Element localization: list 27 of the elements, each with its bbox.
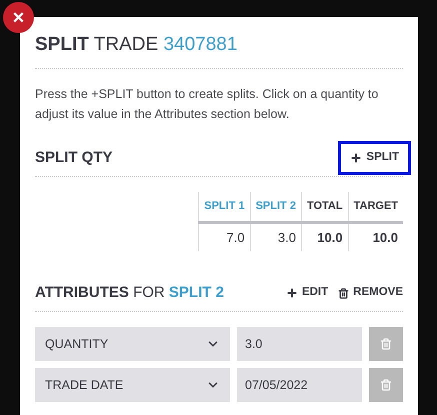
quantity-cell: 10.0 xyxy=(301,222,348,251)
column-header: TARGET xyxy=(348,192,403,222)
edit-button[interactable]: EDIT xyxy=(286,284,328,302)
modal-title: SPLIT TRADE 3407881 xyxy=(35,33,238,57)
quantity-cell[interactable]: 7.0 xyxy=(198,222,250,251)
value-field[interactable]: 07/05/2022 xyxy=(237,368,362,402)
quantity-cell: 10.0 xyxy=(348,222,403,251)
remove-button[interactable]: REMOVE xyxy=(338,284,403,302)
instructions-text: Press the +SPLIT button to create splits. Click on a quantity to adjust its value in the Attributes section below. xyxy=(35,86,380,123)
delete-button[interactable] xyxy=(369,368,403,402)
trash-icon xyxy=(380,338,392,350)
column-header: TOTAL xyxy=(301,192,348,222)
delete-button[interactable] xyxy=(369,327,403,361)
section-heading: ATTRIBUTES FOR SPLIT 2 xyxy=(35,282,224,303)
close-button[interactable]: × xyxy=(3,2,34,33)
plus-icon xyxy=(350,152,362,164)
trash-icon xyxy=(338,288,350,298)
attribute-select[interactable]: QUANTITY xyxy=(35,327,230,361)
add-split-button[interactable]: SPLIT xyxy=(338,141,411,175)
column-header: SPLIT 1 xyxy=(198,192,250,222)
column-header: SPLIT 2 xyxy=(250,192,302,222)
trash-icon xyxy=(380,379,392,391)
plus-icon xyxy=(286,287,298,299)
value-field[interactable]: 3.0 xyxy=(237,327,362,361)
attribute-select[interactable]: TRADE DATE xyxy=(35,368,230,402)
quantity-cell[interactable]: 3.0 xyxy=(250,222,302,251)
section-heading: SPLIT QTY xyxy=(35,148,113,168)
